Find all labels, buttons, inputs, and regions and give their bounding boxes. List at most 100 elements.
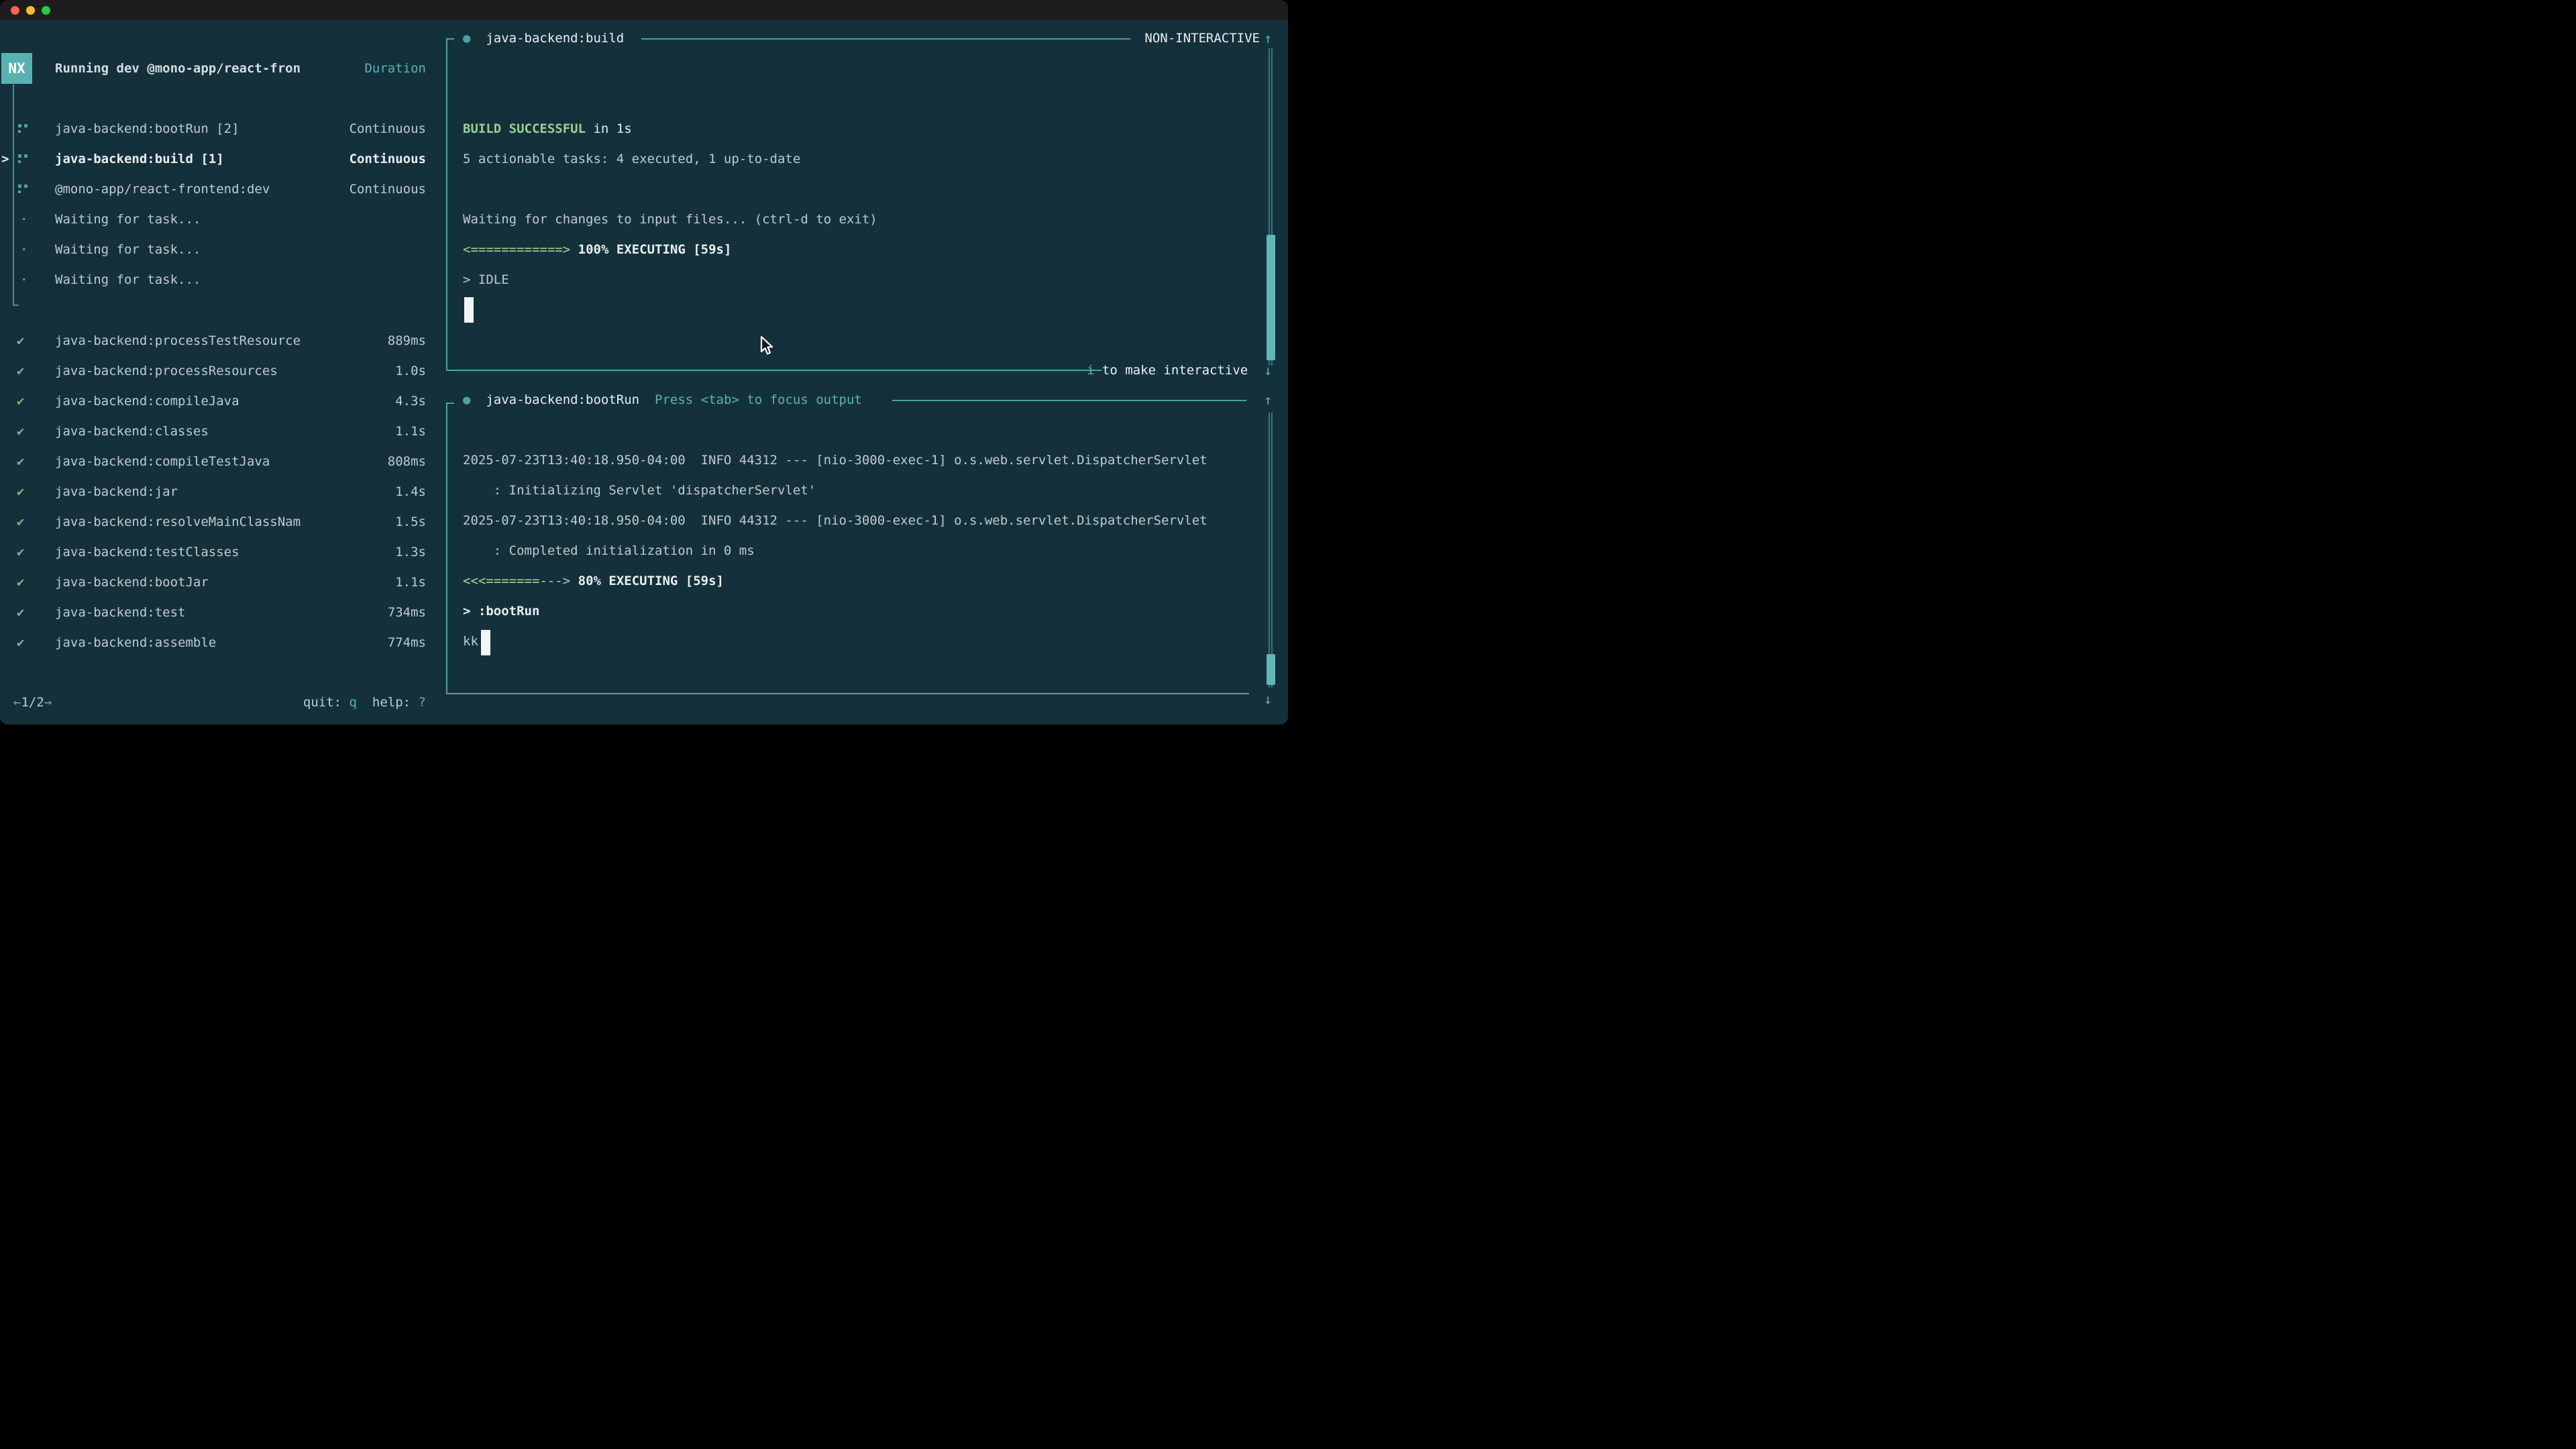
task-label: java-backend:classes: [55, 417, 209, 447]
scroll-down-arrow-icon[interactable]: ↓: [1264, 684, 1272, 714]
pager-next-arrow-icon[interactable]: →: [44, 695, 52, 710]
task-row-waiting[interactable]: · Waiting for task...: [0, 235, 426, 265]
task-row-done[interactable]: ✔ java-backend:compileJava 4.3s: [0, 386, 426, 417]
task-duration: 774ms: [388, 628, 426, 658]
bootrun-panel-scrollbar-track[interactable]: [1269, 413, 1273, 688]
progress-bar-fill: =======: [486, 574, 539, 588]
build-panel-border: [446, 38, 454, 370]
non-interactive-badge: NON-INTERACTIVE: [1144, 23, 1260, 54]
task-row-done[interactable]: ✔ java-backend:assemble 774ms: [0, 628, 426, 658]
interactive-hint-key: i: [1087, 363, 1094, 378]
task-label: java-backend:compileJava: [55, 386, 239, 417]
sidebar-title: Running dev @mono-app/react-fron: [55, 61, 301, 76]
task-row-done[interactable]: ✔ java-backend:testClasses 1.3s: [0, 537, 426, 568]
spinner-icon: [18, 154, 28, 164]
task-duration: 1.0s: [395, 356, 426, 386]
task-row[interactable]: @mono-app/react-frontend:dev Continuous: [0, 174, 426, 205]
task-label: Waiting for task...: [55, 235, 201, 265]
focus-output-hint: Press <tab> to focus output: [655, 392, 862, 407]
task-label: java-backend:test: [55, 598, 185, 628]
checkmark-icon: ✔: [17, 356, 24, 386]
mouse-cursor-icon: [759, 335, 775, 357]
log-line: 2025-07-23T13:40:18.950-04:00 INFO 44312…: [463, 506, 1208, 536]
task-duration: 4.3s: [395, 386, 426, 417]
task-row-done[interactable]: ✔ java-backend:test 734ms: [0, 598, 426, 628]
task-duration: 734ms: [388, 598, 426, 628]
waiting-dot-icon: ·: [20, 265, 28, 295]
task-row-done[interactable]: ✔ java-backend:classes 1.1s: [0, 417, 426, 447]
checkmark-icon: ✔: [17, 386, 24, 417]
task-duration: 1.3s: [395, 537, 426, 568]
task-label: @mono-app/react-frontend:dev: [55, 174, 270, 205]
build-successful-text: BUILD SUCCESSFUL: [463, 121, 586, 136]
bootrun-panel-header[interactable]: ● java-backend:bootRun Press <tab> to fo…: [463, 385, 862, 415]
checkmark-icon: ✔: [17, 507, 24, 537]
build-panel-scrollbar-thumb[interactable]: [1267, 235, 1275, 360]
task-duration: Continuous: [350, 114, 426, 144]
build-panel-output: BUILD SUCCESSFUL in 1s 5 actionable task…: [463, 114, 877, 295]
scroll-down-arrow-icon[interactable]: ↓: [1264, 356, 1272, 386]
build-panel-header-line: [641, 38, 1130, 40]
checkmark-icon: ✔: [17, 417, 24, 447]
task-duration: 1.4s: [395, 477, 426, 507]
task-label: java-backend:compileTestJava: [55, 447, 270, 477]
bootrun-panel-bottom-line: [446, 693, 1249, 694]
terminal-window: NX Running dev @mono-app/react-fron Dura…: [0, 0, 1288, 724]
task-label: java-backend:processTestResource: [55, 326, 301, 356]
task-row-selected[interactable]: java-backend:build [1] Continuous: [0, 144, 426, 174]
spinner-icon: [18, 124, 28, 134]
progress-label: 100% EXECUTING [59s]: [570, 242, 731, 257]
checkmark-icon: ✔: [17, 326, 24, 356]
help-key: ?: [419, 695, 426, 710]
bootrun-panel-title: java-backend:bootRun: [486, 392, 639, 407]
task-row-waiting[interactable]: · Waiting for task...: [0, 265, 426, 295]
task-duration: 1.5s: [395, 507, 426, 537]
typed-input-text: kk: [463, 627, 1208, 657]
log-line: 2025-07-23T13:40:18.950-04:00 INFO 44312…: [463, 445, 1208, 476]
task-duration: Continuous: [350, 144, 426, 174]
spinner-icon: [18, 184, 28, 195]
log-line: : Completed initialization in 0 ms: [463, 536, 1208, 566]
maximize-button[interactable]: [42, 6, 50, 15]
pager: ←1/2→: [13, 688, 52, 718]
task-label: java-backend:jar: [55, 477, 178, 507]
task-row-done[interactable]: ✔ java-backend:jar 1.4s: [0, 477, 426, 507]
close-button[interactable]: [11, 6, 19, 15]
bootrun-panel-scrollbar-thumb[interactable]: [1267, 654, 1275, 685]
bootrun-panel-border: [446, 402, 454, 694]
task-row-done[interactable]: ✔ java-backend:processTestResource 889ms: [0, 326, 426, 356]
task-label: java-backend:assemble: [55, 628, 216, 658]
task-row-waiting[interactable]: · Waiting for task...: [0, 205, 426, 235]
build-panel-bottom-line: [446, 370, 1102, 371]
task-row[interactable]: java-backend:bootRun [2] Continuous: [0, 114, 426, 144]
pager-prev-arrow-icon[interactable]: ←: [13, 695, 21, 710]
running-task-list: java-backend:bootRun [2] Continuous java…: [0, 114, 426, 295]
task-label: java-backend:testClasses: [55, 537, 239, 568]
task-row-done[interactable]: ✔ java-backend:bootJar 1.1s: [0, 568, 426, 598]
panel-dot-icon: ●: [463, 392, 470, 407]
build-panel-header[interactable]: ● java-backend:build: [463, 23, 624, 54]
completed-task-list: ✔ java-backend:processTestResource 889ms…: [0, 326, 426, 658]
progress-bar-fill: ============: [470, 242, 562, 257]
task-row-done[interactable]: ✔ java-backend:processResources 1.0s: [0, 356, 426, 386]
task-row-done[interactable]: ✔ java-backend:resolveMainClassNam 1.5s: [0, 507, 426, 537]
duration-column-header: Duration: [364, 54, 426, 84]
interactive-hint: i to make interactive: [1087, 356, 1248, 386]
checkmark-icon: ✔: [17, 447, 24, 477]
task-label: java-backend:bootJar: [55, 568, 209, 598]
sidebar-footer: ←1/2→ quit: q help: ?: [13, 688, 426, 718]
interactive-hint-text: to make interactive: [1094, 363, 1248, 378]
minimize-button[interactable]: [26, 6, 35, 15]
scroll-up-arrow-icon[interactable]: ↑: [1264, 385, 1272, 415]
task-row-done[interactable]: ✔ java-backend:compileTestJava 808ms: [0, 447, 426, 477]
help-label: help:: [372, 695, 411, 710]
task-label: java-backend:bootRun [2]: [55, 114, 239, 144]
progress-label: 80% EXECUTING [59s]: [570, 574, 724, 588]
log-line: : Initializing Servlet 'dispatcherServle…: [463, 476, 1208, 506]
gradle-progress-line: <============> 100% EXECUTING [59s]: [463, 235, 877, 265]
quit-label: quit:: [303, 695, 341, 710]
task-label: java-backend:build [1]: [55, 144, 224, 174]
idle-line: > IDLE: [463, 265, 877, 295]
bootrun-panel-header-line: [892, 400, 1246, 401]
progress-bar-remaining: ---: [539, 574, 562, 588]
